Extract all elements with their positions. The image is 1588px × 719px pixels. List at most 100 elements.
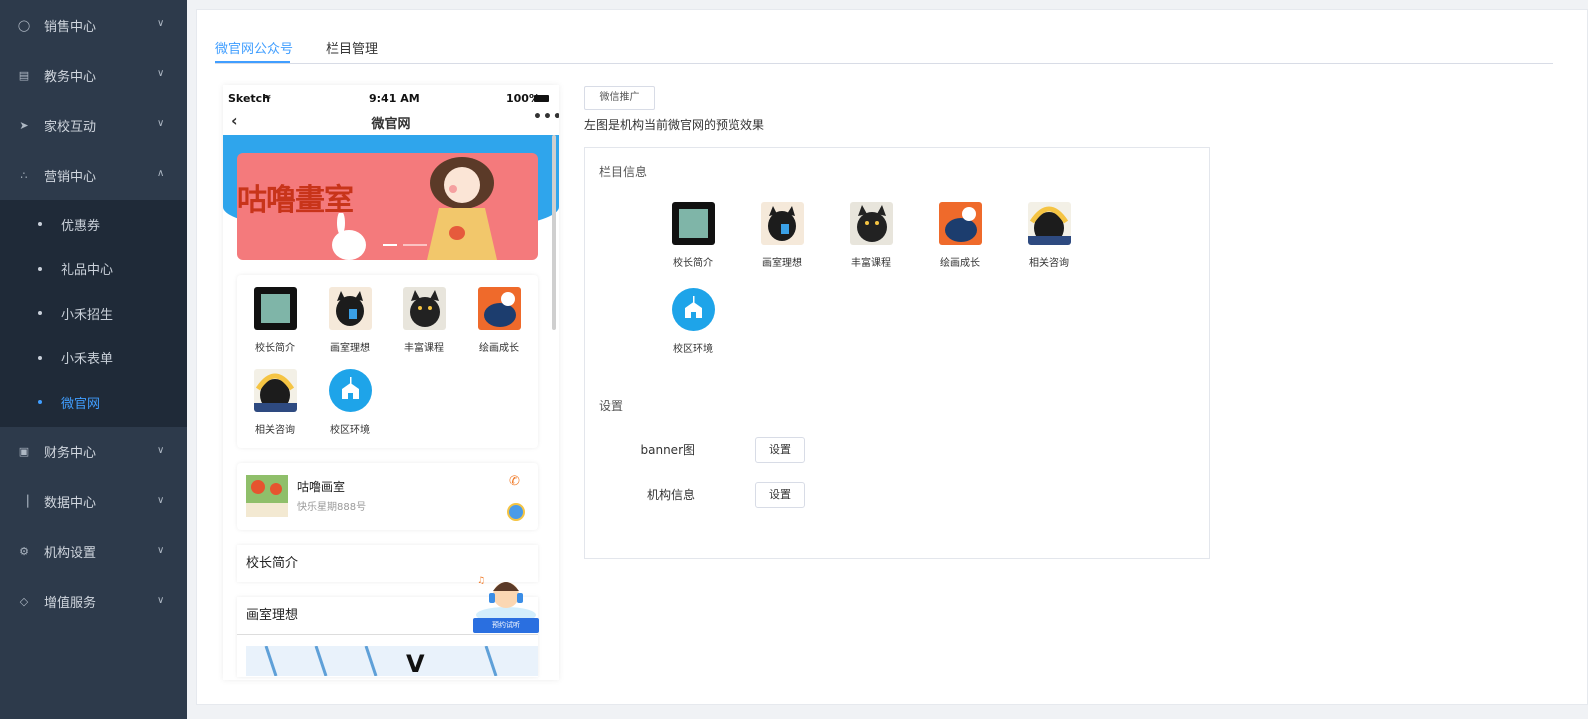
phone-column-item[interactable]: 画室理想 — [320, 287, 380, 354]
menu-home-school[interactable]: ➤ 家校互动 ∨ — [0, 100, 187, 150]
svg-text:♫: ♫ — [477, 576, 485, 586]
menu-label: 数据中心 — [44, 496, 97, 511]
wifi-icon: ≈ — [263, 92, 272, 103]
column-info-heading: 栏目信息 — [599, 165, 648, 179]
cat-image — [1027, 202, 1071, 245]
share-icon: ∴ — [20, 168, 28, 182]
banner-pager — [383, 244, 427, 246]
menu-marketing[interactable]: ∴ 营销中心 ∧ — [0, 150, 187, 200]
menu-label: 财务中心 — [44, 446, 97, 461]
column-label: 绘画成长 — [940, 258, 980, 269]
cat-image — [760, 202, 804, 245]
menu-academic[interactable]: ▤ 教务中心 ∨ — [0, 50, 187, 100]
menu-value-added[interactable]: ◇ 增值服务 ∨ — [0, 577, 187, 627]
chevron-up-icon: ∧ — [157, 168, 165, 179]
phone-column-item[interactable]: 丰富课程 — [394, 287, 454, 354]
org-info-card[interactable]: 咕噜画室 快乐星期888号 ✆ — [237, 463, 538, 530]
phone-column-item[interactable]: 绘画成长 — [469, 287, 529, 354]
column-item[interactable]: 校长简介 — [663, 202, 723, 269]
more-icon[interactable]: ••• — [533, 109, 559, 125]
setting-label: 机构信息 — [646, 488, 695, 502]
column-label: 相关咨询 — [1029, 258, 1069, 269]
school-icon — [328, 369, 372, 412]
column-item[interactable]: 绘画成长 — [930, 202, 990, 269]
org-info-setting-button[interactable]: 设置 — [755, 482, 805, 508]
preview-note: 左图是机构当前微官网的预览效果 — [584, 118, 765, 132]
menu-label: 增值服务 — [44, 596, 97, 611]
banner-image[interactable]: 咕噜畫室 — [237, 153, 538, 260]
phone-scrollbar[interactable] — [552, 135, 556, 330]
submenu-forms[interactable]: 小禾表单 — [0, 336, 187, 381]
submenu-enrollment[interactable]: 小禾招生 — [0, 291, 187, 336]
column-item[interactable]: 相关咨询 — [1019, 202, 1079, 269]
submenu-label: 小禾招生 — [61, 307, 114, 323]
rabbit-illustration — [332, 213, 366, 260]
section-title: 校长简介 — [246, 556, 299, 571]
column-label: 丰富课程 — [851, 258, 891, 269]
bullet-dot — [38, 355, 42, 360]
section-title: 画室理想 — [246, 608, 299, 623]
tab-active-indicator — [215, 61, 290, 63]
phone-column-item[interactable]: 校区环境 — [320, 369, 380, 436]
phone-status-bar: Sketch ≈ 9:41 AM 100% — [223, 92, 559, 110]
column-label: 校长简介 — [673, 258, 713, 269]
marketing-submenu: 优惠券 礼品中心 小禾招生 小禾表单 微官网 — [0, 200, 187, 427]
principal-image — [253, 287, 297, 330]
menu-finance[interactable]: ▣ 财务中心 ∨ — [0, 427, 187, 477]
location-icon[interactable] — [507, 503, 525, 521]
column-label: 丰富课程 — [404, 343, 444, 354]
bullet-dot — [38, 400, 42, 405]
phone-navbar: ‹ 微官网 ••• — [223, 109, 559, 135]
section-preview-image: V — [246, 645, 538, 678]
tab-column-management[interactable]: 栏目管理 — [326, 38, 378, 57]
cat-image — [328, 287, 372, 330]
menu-org-settings[interactable]: ⚙ 机构设置 ∨ — [0, 527, 187, 577]
wechat-promotion-button[interactable]: 微信推广 — [584, 86, 655, 110]
chevron-down-icon: ∨ — [157, 444, 165, 456]
svg-text:V: V — [406, 650, 425, 676]
paper-plane-icon: ➤ — [19, 118, 29, 132]
column-item[interactable]: 画室理想 — [752, 202, 812, 269]
menu-label: 销售中心 — [44, 19, 97, 35]
column-label: 校长简介 — [255, 343, 295, 354]
submenu-label: 小禾表单 — [61, 352, 114, 368]
column-item[interactable]: 丰富课程 — [841, 202, 901, 269]
chevron-down-icon: ∨ — [157, 18, 165, 29]
cat-image — [253, 369, 297, 412]
org-thumbnail — [246, 475, 288, 517]
tab-wechat-official[interactable]: 微官网公众号 — [215, 38, 293, 57]
menu-data[interactable]: ▕ 数据中心 ∨ — [0, 477, 187, 527]
phone-column-item[interactable]: 校长简介 — [245, 287, 305, 354]
submenu-coupon[interactable]: 优惠券 — [0, 202, 187, 247]
cat-image — [938, 202, 982, 245]
submenu-micro-site[interactable]: 微官网 — [0, 380, 187, 425]
menu-label: 教务中心 — [44, 69, 97, 85]
column-label: 校区环境 — [330, 425, 370, 436]
column-item[interactable]: 校区环境 — [663, 288, 723, 355]
column-label: 绘画成长 — [479, 343, 519, 354]
chevron-down-icon: ∨ — [157, 594, 165, 606]
chart-icon: ▕ — [19, 495, 29, 508]
trial-promo-widget[interactable]: ♫ 预约试听 — [473, 571, 539, 633]
banner-setting-button[interactable]: 设置 — [755, 437, 805, 463]
phone-column-item[interactable]: 相关咨询 — [245, 369, 305, 436]
chevron-down-icon: ∨ — [157, 68, 165, 79]
submenu-label: 礼品中心 — [61, 263, 114, 279]
diamond-icon: ◇ — [19, 595, 29, 608]
chevron-down-icon: ∨ — [157, 118, 165, 129]
column-label: 画室理想 — [762, 258, 802, 269]
school-icon — [671, 288, 715, 331]
bullet-dot — [38, 222, 42, 227]
menu-label: 机构设置 — [44, 546, 97, 561]
main-card: 微官网公众号 栏目管理 Sketch ≈ 9:41 AM 100% ‹ 微官网 … — [196, 9, 1588, 705]
cat-image — [402, 287, 446, 330]
book-trial-button[interactable]: 预约试听 — [473, 618, 539, 633]
gear-icon: ⚙ — [19, 545, 29, 558]
principal-image — [671, 202, 715, 245]
menu-sales[interactable]: ◯ 销售中心 ∨ — [0, 0, 187, 50]
submenu-label: 优惠券 — [61, 218, 101, 234]
book-icon: ▤ — [18, 68, 30, 82]
battery-icon — [534, 95, 549, 102]
submenu-gift-center[interactable]: 礼品中心 — [0, 247, 187, 292]
phone-icon[interactable]: ✆ — [509, 474, 520, 489]
